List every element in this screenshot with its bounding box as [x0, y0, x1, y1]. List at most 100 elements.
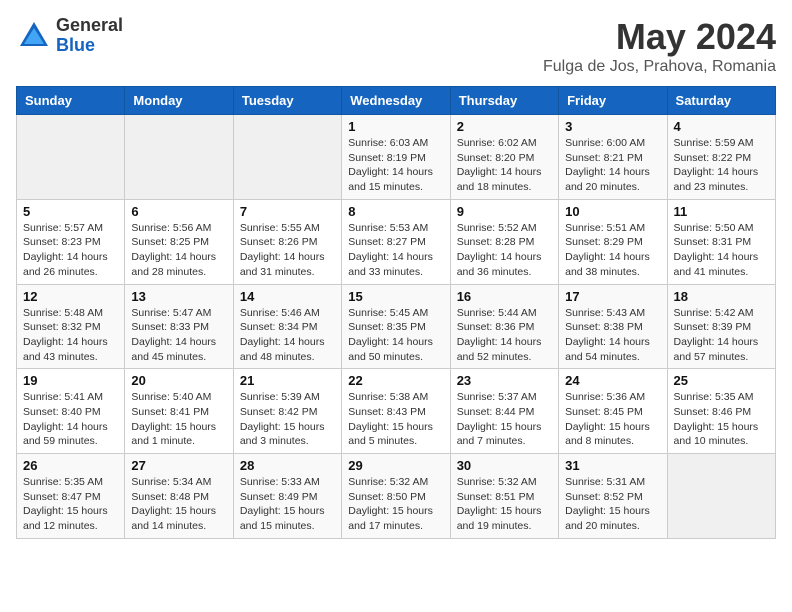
calendar-cell: 15Sunrise: 5:45 AMSunset: 8:35 PMDayligh… — [342, 284, 450, 369]
weekday-header: Tuesday — [233, 87, 341, 115]
day-number: 11 — [674, 204, 769, 219]
location: Fulga de Jos, Prahova, Romania — [543, 58, 776, 76]
weekday-header-row: SundayMondayTuesdayWednesdayThursdayFrid… — [17, 87, 776, 115]
day-info: Sunrise: 5:43 AMSunset: 8:38 PMDaylight:… — [565, 306, 660, 365]
day-number: 28 — [240, 458, 335, 473]
day-info: Sunrise: 5:47 AMSunset: 8:33 PMDaylight:… — [131, 306, 226, 365]
calendar-cell — [667, 454, 775, 539]
day-number: 30 — [457, 458, 552, 473]
calendar-cell: 5Sunrise: 5:57 AMSunset: 8:23 PMDaylight… — [17, 199, 125, 284]
calendar-cell: 20Sunrise: 5:40 AMSunset: 8:41 PMDayligh… — [125, 369, 233, 454]
day-info: Sunrise: 5:39 AMSunset: 8:42 PMDaylight:… — [240, 390, 335, 449]
day-number: 13 — [131, 289, 226, 304]
day-number: 12 — [23, 289, 118, 304]
calendar-cell: 12 Sunrise: 5:48 AMSunset: 8:32 PMDayligh… — [17, 284, 125, 369]
day-info: Sunrise: 5:34 AMSunset: 8:48 PMDaylight:… — [131, 475, 226, 534]
day-info: Sunrise: 5:42 AMSunset: 8:39 PMDaylight:… — [674, 306, 769, 365]
calendar-week-row: 19 Sunrise: 5:41 AMSunset: 8:40 PMDayligh… — [17, 369, 776, 454]
month-title: May 2024 — [543, 16, 776, 58]
calendar-cell: 31 Sunrise: 5:31 AMSunset: 8:52 PMDayligh… — [559, 454, 667, 539]
calendar-cell: 25Sunrise: 5:35 AMSunset: 8:46 PMDayligh… — [667, 369, 775, 454]
day-info: Sunrise: 6:00 AMSunset: 8:21 PMDaylight:… — [565, 136, 660, 195]
day-number: 2 — [457, 119, 552, 134]
day-number: 10 — [565, 204, 660, 219]
calendar-cell: 23 Sunrise: 5:37 AMSunset: 8:44 PMDayligh… — [450, 369, 558, 454]
calendar-cell: 1 Sunrise: 6:03 AMSunset: 8:19 PMDaylight… — [342, 115, 450, 200]
day-number: 6 — [131, 204, 226, 219]
day-info: Sunrise: 5:55 AMSunset: 8:26 PMDaylight:… — [240, 221, 335, 280]
logo: General Blue — [16, 16, 123, 56]
day-info: Sunrise: 5:35 AMSunset: 8:47 PMDaylight:… — [23, 475, 118, 534]
day-number: 7 — [240, 204, 335, 219]
calendar-cell: 11Sunrise: 5:50 AMSunset: 8:31 PMDayligh… — [667, 199, 775, 284]
calendar-cell — [125, 115, 233, 200]
calendar-cell: 22 Sunrise: 5:38 AMSunset: 8:43 PMDayligh… — [342, 369, 450, 454]
day-info: Sunrise: 5:31 AMSunset: 8:52 PMDaylight:… — [565, 475, 660, 534]
calendar-week-row: 5Sunrise: 5:57 AMSunset: 8:23 PMDaylight… — [17, 199, 776, 284]
day-number: 31 — [565, 458, 660, 473]
day-number: 29 — [348, 458, 443, 473]
day-number: 26 — [23, 458, 118, 473]
weekday-header: Saturday — [667, 87, 775, 115]
day-info: Sunrise: 5:41 AMSunset: 8:40 PMDaylight:… — [23, 390, 118, 449]
weekday-header: Friday — [559, 87, 667, 115]
day-number: 4 — [674, 119, 769, 134]
day-info: Sunrise: 5:32 AMSunset: 8:51 PMDaylight:… — [457, 475, 552, 534]
day-info: Sunrise: 6:03 AMSunset: 8:19 PMDaylight:… — [348, 136, 443, 195]
day-number: 18 — [674, 289, 769, 304]
day-number: 1 — [348, 119, 443, 134]
calendar-cell — [233, 115, 341, 200]
calendar-cell: 4 Sunrise: 5:59 AMSunset: 8:22 PMDaylight… — [667, 115, 775, 200]
day-number: 3 — [565, 119, 660, 134]
day-info: Sunrise: 5:32 AMSunset: 8:50 PMDaylight:… — [348, 475, 443, 534]
day-info: Sunrise: 6:02 AMSunset: 8:20 PMDaylight:… — [457, 136, 552, 195]
day-info: Sunrise: 5:38 AMSunset: 8:43 PMDaylight:… — [348, 390, 443, 449]
day-number: 19 — [23, 373, 118, 388]
calendar-cell — [17, 115, 125, 200]
calendar-cell: 6 Sunrise: 5:56 AMSunset: 8:25 PMDaylight… — [125, 199, 233, 284]
day-number: 23 — [457, 373, 552, 388]
day-info: Sunrise: 5:48 AMSunset: 8:32 PMDaylight:… — [23, 306, 118, 365]
calendar-cell: 16 Sunrise: 5:44 AMSunset: 8:36 PMDayligh… — [450, 284, 558, 369]
logo-text: General Blue — [56, 16, 123, 56]
day-info: Sunrise: 5:44 AMSunset: 8:36 PMDaylight:… — [457, 306, 552, 365]
calendar-cell: 28 Sunrise: 5:33 AMSunset: 8:49 PMDayligh… — [233, 454, 341, 539]
day-info: Sunrise: 5:46 AMSunset: 8:34 PMDaylight:… — [240, 306, 335, 365]
day-number: 17 — [565, 289, 660, 304]
calendar-cell: 27Sunrise: 5:34 AMSunset: 8:48 PMDayligh… — [125, 454, 233, 539]
day-info: Sunrise: 5:56 AMSunset: 8:25 PMDaylight:… — [131, 221, 226, 280]
calendar-cell: 10Sunrise: 5:51 AMSunset: 8:29 PMDayligh… — [559, 199, 667, 284]
day-number: 22 — [348, 373, 443, 388]
calendar-cell: 9Sunrise: 5:52 AMSunset: 8:28 PMDaylight… — [450, 199, 558, 284]
calendar-cell: 3 Sunrise: 6:00 AMSunset: 8:21 PMDaylight… — [559, 115, 667, 200]
day-info: Sunrise: 5:45 AMSunset: 8:35 PMDaylight:… — [348, 306, 443, 365]
calendar-cell: 8Sunrise: 5:53 AMSunset: 8:27 PMDaylight… — [342, 199, 450, 284]
logo-general-text: General — [56, 16, 123, 36]
page-header: General Blue May 2024 Fulga de Jos, Prah… — [16, 16, 776, 76]
day-info: Sunrise: 5:52 AMSunset: 8:28 PMDaylight:… — [457, 221, 552, 280]
day-info: Sunrise: 5:33 AMSunset: 8:49 PMDaylight:… — [240, 475, 335, 534]
calendar-cell: 19 Sunrise: 5:41 AMSunset: 8:40 PMDayligh… — [17, 369, 125, 454]
weekday-header: Monday — [125, 87, 233, 115]
day-number: 24 — [565, 373, 660, 388]
calendar-cell: 24 Sunrise: 5:36 AMSunset: 8:45 PMDayligh… — [559, 369, 667, 454]
calendar-cell: 30 Sunrise: 5:32 AMSunset: 8:51 PMDayligh… — [450, 454, 558, 539]
calendar-cell: 13 Sunrise: 5:47 AMSunset: 8:33 PMDayligh… — [125, 284, 233, 369]
calendar-week-row: 12 Sunrise: 5:48 AMSunset: 8:32 PMDayligh… — [17, 284, 776, 369]
day-info: Sunrise: 5:37 AMSunset: 8:44 PMDaylight:… — [457, 390, 552, 449]
day-info: Sunrise: 5:40 AMSunset: 8:41 PMDaylight:… — [131, 390, 226, 449]
day-info: Sunrise: 5:57 AMSunset: 8:23 PMDaylight:… — [23, 221, 118, 280]
weekday-header: Sunday — [17, 87, 125, 115]
day-number: 25 — [674, 373, 769, 388]
calendar-week-row: 26 Sunrise: 5:35 AMSunset: 8:47 PMDayligh… — [17, 454, 776, 539]
calendar-table: SundayMondayTuesdayWednesdayThursdayFrid… — [16, 86, 776, 539]
calendar-cell: 2 Sunrise: 6:02 AMSunset: 8:20 PMDaylight… — [450, 115, 558, 200]
calendar-cell: 29 Sunrise: 5:32 AMSunset: 8:50 PMDayligh… — [342, 454, 450, 539]
day-number: 8 — [348, 204, 443, 219]
day-info: Sunrise: 5:59 AMSunset: 8:22 PMDaylight:… — [674, 136, 769, 195]
calendar-cell: 26 Sunrise: 5:35 AMSunset: 8:47 PMDayligh… — [17, 454, 125, 539]
calendar-cell: 17 Sunrise: 5:43 AMSunset: 8:38 PMDayligh… — [559, 284, 667, 369]
day-info: Sunrise: 5:36 AMSunset: 8:45 PMDaylight:… — [565, 390, 660, 449]
weekday-header: Thursday — [450, 87, 558, 115]
day-number: 16 — [457, 289, 552, 304]
